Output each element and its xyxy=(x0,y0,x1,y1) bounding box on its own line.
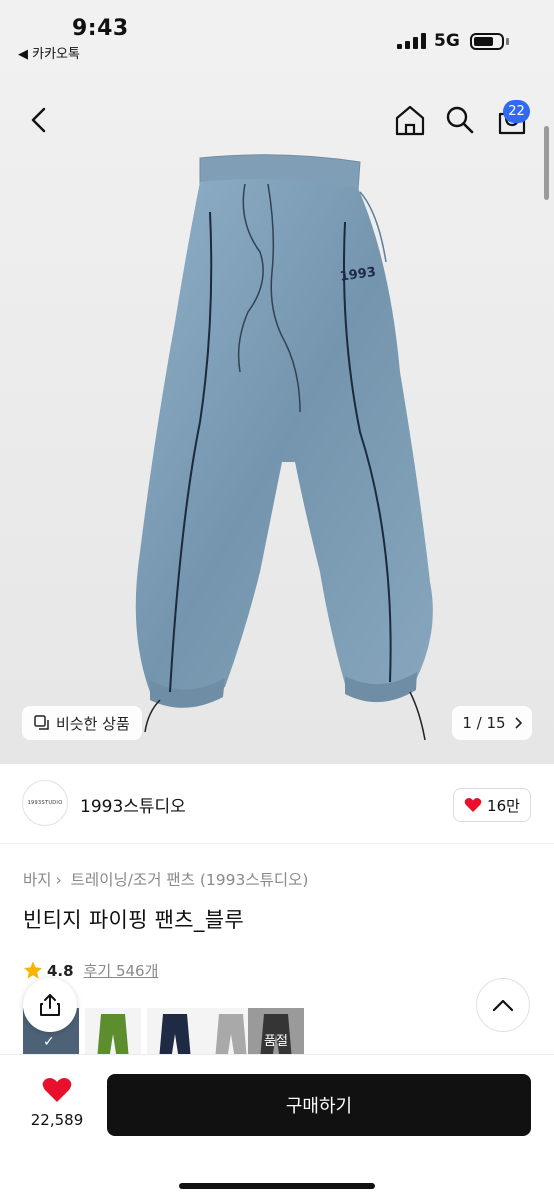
image-page-counter: 1 / 15 xyxy=(462,714,506,732)
breadcrumb: 바지 › 트레이닝/조거 팬츠 (1993스튜디오) xyxy=(23,868,312,890)
product-title: 빈티지 파이핑 팬츠_블루 xyxy=(23,908,244,932)
check-icon: ✓ xyxy=(43,1034,55,1050)
chevron-left-icon xyxy=(31,107,46,133)
signal-icon xyxy=(397,33,426,49)
star-icon xyxy=(24,961,42,979)
brand-like-button[interactable]: 16만 xyxy=(453,788,531,822)
network-type: 5G xyxy=(434,31,460,51)
image-pager[interactable]: 1 / 15 xyxy=(452,706,532,740)
buy-button[interactable]: 구매하기 xyxy=(107,1074,531,1136)
heart-icon xyxy=(42,1078,72,1102)
breadcrumb-separator: › xyxy=(55,871,62,889)
chevron-right-icon xyxy=(515,717,522,729)
top-navigation xyxy=(0,72,554,172)
battery-tip xyxy=(506,38,509,45)
product-image-gallery[interactable]: 1993 xyxy=(0,72,554,764)
breadcrumb-item-pants[interactable]: 바지 xyxy=(23,871,52,889)
brand-like-count: 16만 xyxy=(487,796,520,815)
back-button[interactable] xyxy=(20,100,60,140)
chevron-up-icon xyxy=(492,999,514,1012)
share-icon xyxy=(40,994,60,1016)
green-pants-thumbnail xyxy=(97,1014,129,1054)
back-to-app-link[interactable]: ◀ 카카오톡 xyxy=(18,43,80,62)
status-bar: 9:43 ◀ 카카오톡 5G xyxy=(0,0,554,72)
product-image: 1993 xyxy=(135,154,433,741)
cart-count-badge: 22 xyxy=(503,100,530,123)
wishlist-button[interactable]: 22,589 xyxy=(22,1077,92,1129)
similar-products-button[interactable]: 비슷한 상품 xyxy=(22,706,142,740)
home-icon xyxy=(395,105,425,136)
navy-pants-thumbnail xyxy=(159,1014,191,1054)
status-time: 9:43 xyxy=(72,16,129,41)
purchase-bar: 22,589 구매하기 xyxy=(0,1054,554,1200)
variant-navy[interactable] xyxy=(147,1008,203,1054)
brand-name-link[interactable]: 1993스튜디오 xyxy=(80,792,186,817)
brand-logo-text: 1993STUDIO xyxy=(27,800,63,806)
variant-black[interactable]: 품절 xyxy=(248,1008,304,1054)
soldout-overlay: 품절 xyxy=(248,1008,304,1054)
similar-products-label: 비슷한 상품 xyxy=(56,714,130,733)
scroll-to-top-button[interactable] xyxy=(476,978,530,1032)
share-button[interactable] xyxy=(23,978,77,1032)
brand-row: 1993STUDIO 1993스튜디오 16만 xyxy=(0,764,554,844)
home-indicator xyxy=(179,1183,375,1189)
reviews-link[interactable]: 후기 546개 xyxy=(84,960,159,981)
battery-icon xyxy=(470,33,504,50)
variant-green[interactable] xyxy=(85,1008,141,1054)
wishlist-count: 22,589 xyxy=(30,1111,84,1129)
scrollbar[interactable] xyxy=(544,126,549,200)
heart-icon xyxy=(464,798,482,812)
brand-logo[interactable]: 1993STUDIO xyxy=(22,780,68,826)
breadcrumb-item-category[interactable]: 트레이닝/조거 팬츠 (1993스튜디오) xyxy=(71,871,309,889)
search-button[interactable] xyxy=(440,100,480,140)
search-icon xyxy=(446,106,474,134)
home-button[interactable] xyxy=(390,100,430,140)
copy-icon xyxy=(34,715,49,730)
rating-score: 4.8 xyxy=(47,961,74,980)
